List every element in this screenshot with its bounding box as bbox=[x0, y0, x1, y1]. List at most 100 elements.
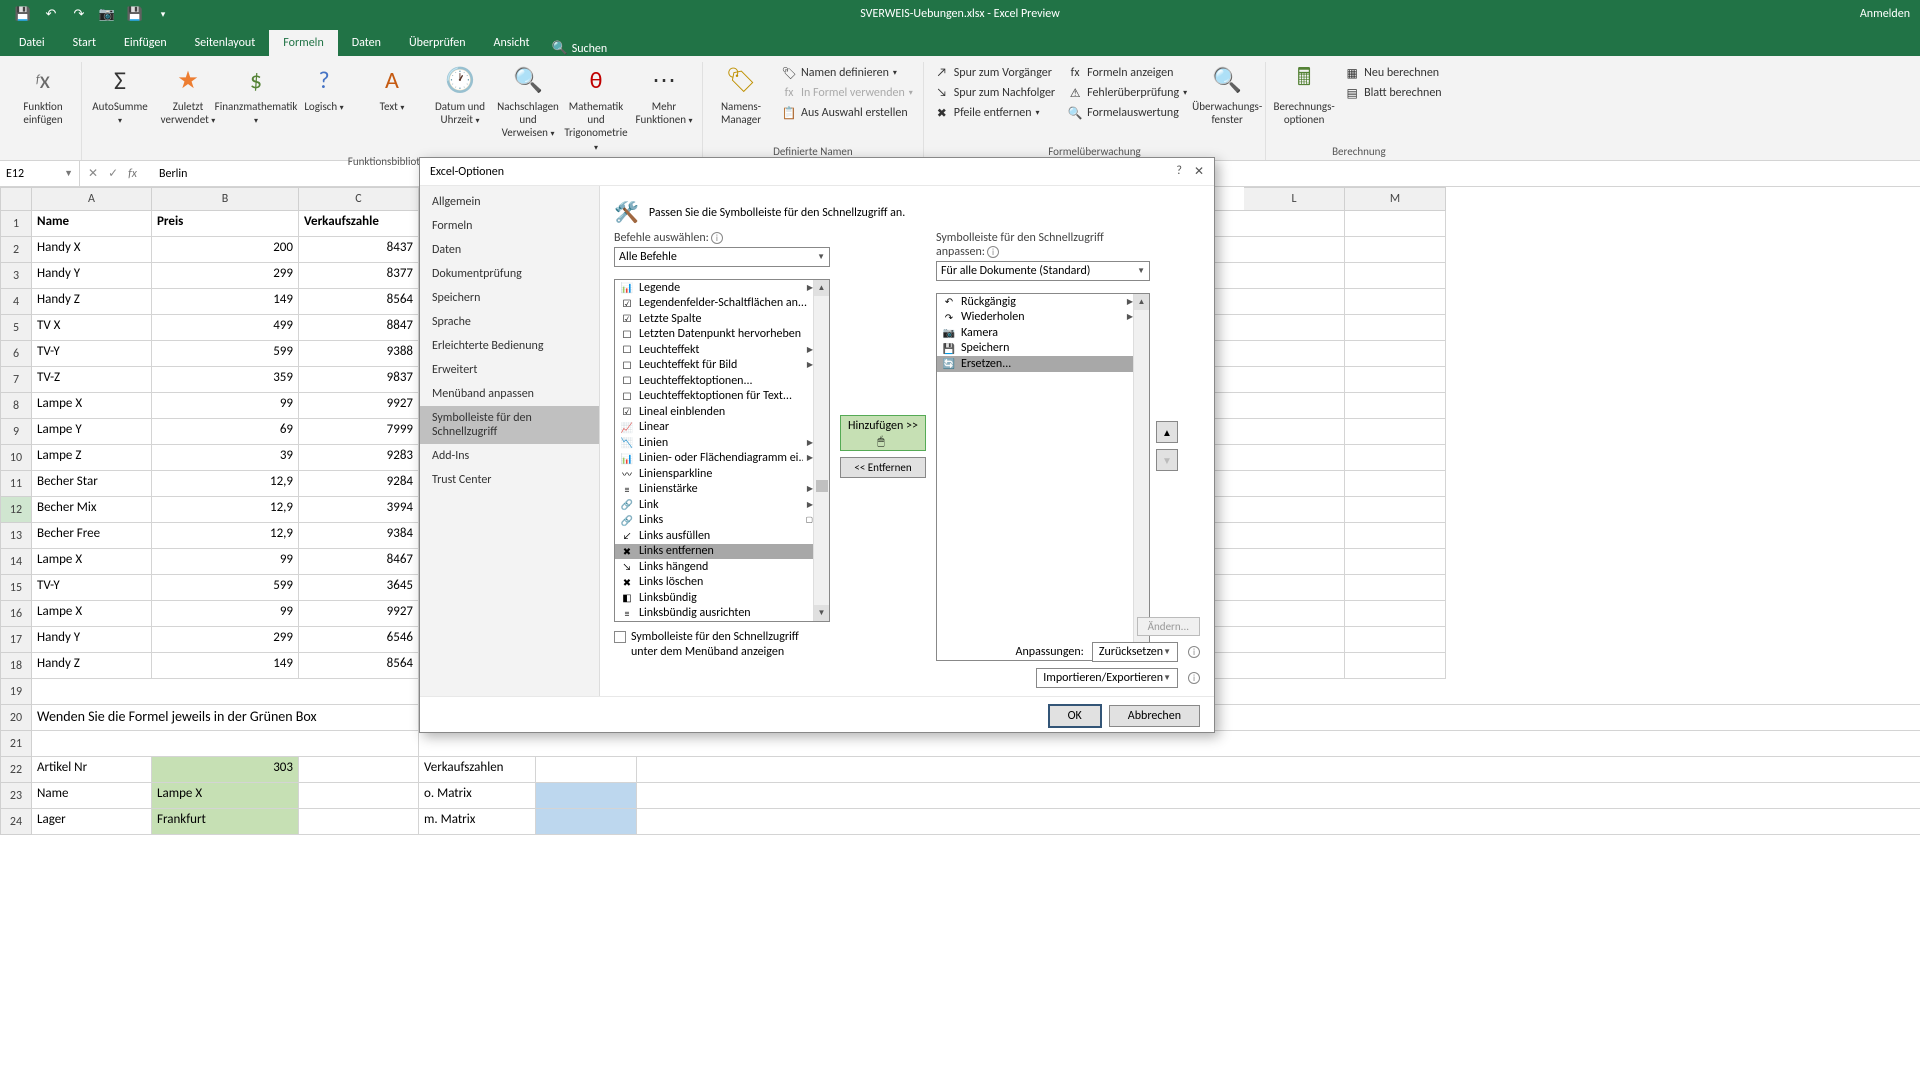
current-qat-list[interactable]: ↶Rückgängig▶↷Wiederholen▶📷Kamera💾Speiche… bbox=[936, 293, 1150, 661]
nav-erweitert[interactable]: Erweitert bbox=[420, 358, 599, 382]
define-name-button[interactable]: 🏷Namen definieren ▾ bbox=[779, 64, 915, 82]
cell[interactable]: TV-Z bbox=[32, 367, 152, 393]
cell[interactable] bbox=[1345, 601, 1446, 627]
row-header[interactable]: 6 bbox=[0, 341, 32, 367]
cell[interactable] bbox=[1345, 549, 1446, 575]
cell[interactable] bbox=[1244, 419, 1345, 445]
cell[interactable]: 8564 bbox=[299, 289, 419, 315]
row-header[interactable]: 20 bbox=[0, 705, 32, 731]
watch-window-button[interactable]: 🔍 Überwachungs-fenster bbox=[1197, 62, 1257, 126]
col-header-c[interactable]: C bbox=[299, 187, 419, 211]
cell[interactable]: 9284 bbox=[299, 471, 419, 497]
row-header[interactable]: 13 bbox=[0, 523, 32, 549]
row-header[interactable]: 8 bbox=[0, 393, 32, 419]
signin-link[interactable]: Anmelden bbox=[1860, 7, 1910, 21]
row-header[interactable]: 22 bbox=[0, 757, 32, 783]
nav-allgemein[interactable]: Allgemein bbox=[420, 190, 599, 214]
list-item[interactable]: ☑Lineal einblenden bbox=[615, 404, 829, 420]
create-from-selection-button[interactable]: 📋Aus Auswahl erstellen bbox=[779, 104, 915, 122]
move-down-button[interactable]: ▼ bbox=[1156, 449, 1178, 471]
ribbon-zuletzt-verwendet-button[interactable]: ★Zuletzt verwendet ▾ bbox=[158, 62, 218, 127]
nav-trust-center[interactable]: Trust Center bbox=[420, 468, 599, 492]
calculate-now-button[interactable]: ▦Neu berechnen bbox=[1342, 64, 1443, 82]
row-header[interactable]: 3 bbox=[0, 263, 32, 289]
cell[interactable]: Handy Z bbox=[32, 289, 152, 315]
cell[interactable]: 3645 bbox=[299, 575, 419, 601]
cell[interactable] bbox=[1345, 419, 1446, 445]
cell[interactable]: 599 bbox=[152, 575, 299, 601]
cell[interactable] bbox=[1244, 497, 1345, 523]
autosave-icon[interactable]: 💾 bbox=[15, 6, 31, 22]
col-header-b[interactable]: B bbox=[152, 187, 299, 211]
cell[interactable] bbox=[1345, 471, 1446, 497]
list-item[interactable]: ☑Letzte Spalte bbox=[615, 311, 829, 327]
list-item[interactable]: 📷Kamera bbox=[937, 325, 1149, 341]
cell[interactable] bbox=[1345, 653, 1446, 679]
cell[interactable] bbox=[1244, 289, 1345, 315]
cell[interactable] bbox=[1345, 627, 1446, 653]
name-box[interactable]: E12 ▼ bbox=[0, 161, 80, 186]
cell[interactable] bbox=[1244, 263, 1345, 289]
nav-daten[interactable]: Daten bbox=[420, 238, 599, 262]
help-icon[interactable]: ? bbox=[1176, 164, 1182, 179]
list-item[interactable]: ☐Leuchteffektoptionen für Text... bbox=[615, 389, 829, 405]
cell[interactable]: Verkaufszahlen bbox=[419, 757, 536, 783]
tab-start[interactable]: Start bbox=[59, 30, 110, 56]
col-header-l[interactable]: L bbox=[1244, 187, 1345, 211]
row-header[interactable]: 24 bbox=[0, 809, 32, 835]
cell[interactable]: 359 bbox=[152, 367, 299, 393]
list-item[interactable]: 💾Speichern bbox=[937, 341, 1149, 357]
formula-input[interactable]: Berlin bbox=[145, 167, 188, 181]
cell[interactable]: 99 bbox=[152, 601, 299, 627]
cell[interactable]: Wenden Sie die Formel jeweils in der Grü… bbox=[32, 705, 419, 731]
row-header[interactable]: 21 bbox=[0, 731, 32, 757]
scroll-up-icon[interactable]: ▲ bbox=[1134, 294, 1149, 310]
trace-precedents-button[interactable]: ↗Spur zum Vorgänger bbox=[932, 64, 1057, 82]
cell[interactable]: Becher Star bbox=[32, 471, 152, 497]
list-item[interactable]: 📊Legende▶ bbox=[615, 280, 829, 296]
cell[interactable] bbox=[299, 757, 419, 783]
nav-menüband-anpassen[interactable]: Menüband anpassen bbox=[420, 382, 599, 406]
cell[interactable]: 149 bbox=[152, 289, 299, 315]
select-all-triangle[interactable] bbox=[0, 187, 32, 211]
cell[interactable]: 499 bbox=[152, 315, 299, 341]
list-item[interactable]: ☐Leuchteffekt für Bild▶ bbox=[615, 358, 829, 374]
cell[interactable]: TV-Y bbox=[32, 575, 152, 601]
cell[interactable] bbox=[1244, 211, 1345, 237]
list-item[interactable]: 🔗Link▶ bbox=[615, 497, 829, 513]
cell[interactable] bbox=[1345, 315, 1446, 341]
enter-icon[interactable]: ✓ bbox=[108, 166, 118, 181]
row-header[interactable]: 12 bbox=[0, 497, 32, 523]
cell[interactable]: 8437 bbox=[299, 237, 419, 263]
cell[interactable]: Lampe X bbox=[32, 549, 152, 575]
cell[interactable]: 200 bbox=[152, 237, 299, 263]
tab-ansicht[interactable]: Ansicht bbox=[480, 30, 544, 56]
ribbon-text-button[interactable]: AText ▾ bbox=[362, 62, 422, 114]
cell[interactable]: 149 bbox=[152, 653, 299, 679]
cell[interactable]: Handy Z bbox=[32, 653, 152, 679]
modify-button[interactable]: Ändern... bbox=[1137, 617, 1200, 636]
ribbon-finanzmathematik-button[interactable]: $Finanzmathematik ▾ bbox=[226, 62, 286, 127]
list-item[interactable]: ☐Leuchteffektoptionen... bbox=[615, 373, 829, 389]
tab-ueberpruefen[interactable]: Überprüfen bbox=[395, 30, 480, 56]
reset-combo[interactable]: Zurücksetzen ▼ bbox=[1092, 642, 1178, 662]
available-commands-list[interactable]: 📊Legende▶☑Legendenfelder-Schaltflächen a… bbox=[614, 279, 830, 622]
nav-symbolleiste-für-den-schnellzugriff[interactable]: Symbolleiste für den Schnellzugriff bbox=[420, 406, 599, 444]
import-export-combo[interactable]: Importieren/Exportieren ▼ bbox=[1036, 668, 1178, 688]
row-header[interactable]: 1 bbox=[0, 211, 32, 237]
cell[interactable]: Lampe Z bbox=[32, 445, 152, 471]
cell[interactable] bbox=[1244, 601, 1345, 627]
cell[interactable]: Name bbox=[32, 211, 152, 237]
nav-add-ins[interactable]: Add-Ins bbox=[420, 444, 599, 468]
show-below-ribbon-option[interactable]: Symbolleiste für den Schnellzugriff unte… bbox=[614, 622, 830, 661]
tab-seitenlayout[interactable]: Seitenlayout bbox=[181, 30, 270, 56]
list-item[interactable]: ☐Leuchteffekt▶ bbox=[615, 342, 829, 358]
cell[interactable]: 3994 bbox=[299, 497, 419, 523]
list-item[interactable]: ◧Linksbündig bbox=[615, 590, 829, 606]
cell[interactable]: 7999 bbox=[299, 419, 419, 445]
list-item[interactable]: 〰Liniensparkline bbox=[615, 466, 829, 482]
row-header[interactable]: 9 bbox=[0, 419, 32, 445]
row-header[interactable]: 4 bbox=[0, 289, 32, 315]
cell[interactable]: Preis bbox=[152, 211, 299, 237]
remove-arrows-button[interactable]: ✖Pfeile entfernen ▾ bbox=[932, 104, 1057, 122]
